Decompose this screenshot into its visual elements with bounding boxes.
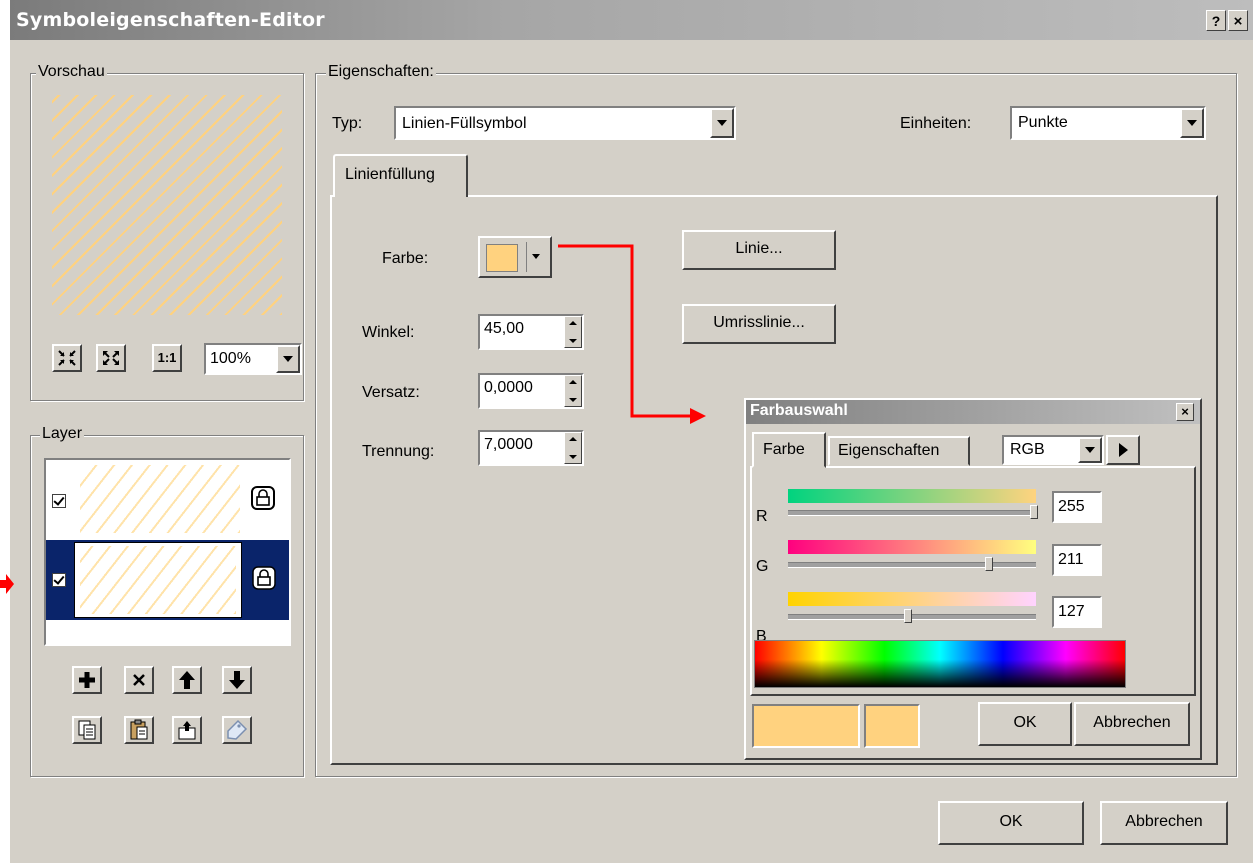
b-slider-track[interactable] [788, 614, 1036, 620]
g-slider-thumb[interactable] [985, 557, 993, 571]
color-model-combo[interactable]: RGB [1002, 435, 1104, 465]
close-button[interactable]: × [1228, 10, 1248, 31]
new-color-preview [752, 704, 860, 748]
layer-thumbnail [80, 546, 236, 614]
color-button[interactable] [478, 236, 552, 278]
zoom-value: 100% [210, 350, 251, 367]
separation-spinner[interactable] [564, 432, 582, 464]
r-slider-thumb[interactable] [1030, 505, 1038, 519]
paste-layer-button[interactable] [124, 716, 154, 744]
r-value: 255 [1058, 498, 1085, 515]
type-label: Typ: [332, 115, 363, 132]
offset-label: Versatz: [362, 384, 420, 401]
paste-icon [130, 719, 148, 740]
copy-layer-button[interactable] [72, 716, 102, 744]
b-slider-thumb[interactable] [904, 609, 912, 623]
r-value-field[interactable]: 255 [1052, 491, 1102, 523]
import-layer-button[interactable] [172, 716, 202, 744]
color-picker-title: Farbauswahl [750, 402, 848, 419]
lock-icon[interactable] [250, 485, 276, 511]
add-layer-button[interactable] [72, 666, 102, 694]
tab-color-label: Farbe [763, 441, 805, 458]
units-label: Einheiten: [900, 115, 972, 132]
remove-layer-button[interactable] [124, 666, 154, 694]
window-title: Symboleigenschaften-Editor [16, 9, 325, 31]
color-picker-ok-button[interactable]: OK [978, 702, 1072, 746]
tab-line-fill[interactable]: Linienfüllung [333, 154, 468, 197]
plus-icon [79, 672, 95, 688]
b-gradient [788, 592, 1036, 606]
type-dropdown-arrow[interactable] [710, 108, 734, 138]
move-layer-up-button[interactable] [172, 666, 202, 694]
type-value: Linien-Füllsymbol [402, 115, 527, 132]
zoom-combo[interactable]: 100% [204, 343, 302, 375]
zoom-out-button[interactable] [96, 344, 126, 372]
g-value: 211 [1058, 551, 1084, 568]
r-slider-track[interactable] [788, 510, 1036, 516]
old-color-preview [864, 704, 920, 748]
document-arrow-icon [178, 721, 196, 740]
g-value-field[interactable]: 211 [1052, 544, 1102, 576]
angle-value: 45,00 [484, 320, 525, 337]
cross-icon [133, 674, 145, 686]
zoom-dropdown-arrow[interactable] [276, 345, 300, 373]
color-model-dropdown-arrow[interactable] [1078, 437, 1102, 463]
tab-properties-label: Eigenschaften [838, 442, 940, 459]
chevron-down-icon [532, 254, 540, 259]
color-label: Farbe: [382, 250, 429, 267]
units-combo[interactable]: Punkte [1010, 106, 1206, 140]
color-swatch [486, 244, 518, 272]
type-combo[interactable]: Linien-Füllsymbol [394, 106, 736, 140]
separation-field[interactable]: 7,0000 [478, 430, 584, 466]
arrow-down-icon [229, 671, 245, 689]
r-gradient [788, 489, 1036, 503]
shrink-arrows-icon [58, 350, 76, 366]
tab-properties[interactable]: Eigenschaften [828, 436, 970, 466]
properties-group-label: Eigenschaften: [326, 63, 436, 81]
units-value: Punkte [1018, 114, 1068, 131]
tab-line-fill-label: Linienfüllung [345, 166, 435, 183]
separation-value: 7,0000 [484, 436, 533, 453]
tag-icon [227, 719, 248, 740]
cancel-button[interactable]: Abbrechen [1100, 801, 1228, 845]
g-slider-track[interactable] [788, 562, 1036, 568]
preview-group-label: Vorschau [36, 63, 107, 81]
expand-arrows-icon [103, 351, 119, 365]
g-gradient [788, 540, 1036, 554]
color-spectrum[interactable] [754, 640, 1126, 688]
offset-value: 0,0000 [484, 379, 533, 396]
layer-visible-checkbox[interactable] [52, 573, 66, 587]
tag-layer-button[interactable] [222, 716, 252, 744]
b-value: 127 [1058, 603, 1085, 620]
angle-label: Winkel: [362, 324, 415, 341]
tab-color[interactable]: Farbe [752, 432, 826, 468]
color-picker-close-button[interactable]: × [1176, 403, 1194, 421]
b-value-field[interactable]: 127 [1052, 596, 1102, 628]
help-button[interactable]: ? [1206, 10, 1226, 31]
play-triangle-icon [1119, 443, 1128, 457]
lock-icon[interactable] [252, 566, 276, 590]
copy-icon [78, 720, 96, 740]
color-picker-cancel-button[interactable]: Abbrechen [1074, 702, 1190, 746]
arrow-up-icon [179, 671, 195, 689]
annotation-arrow-left [0, 571, 14, 597]
layer-visible-checkbox[interactable] [52, 494, 66, 508]
preview-swatch [52, 95, 282, 315]
zoom-in-button[interactable] [52, 344, 82, 372]
layer-group-label: Layer [40, 425, 85, 443]
color-menu-button[interactable] [1106, 435, 1140, 465]
move-layer-down-button[interactable] [222, 666, 252, 694]
units-dropdown-arrow[interactable] [1180, 108, 1204, 138]
color-model-value: RGB [1010, 441, 1045, 458]
annotation-connector-arrow [556, 238, 716, 428]
ok-button[interactable]: OK [938, 801, 1084, 845]
separation-label: Trennung: [362, 443, 435, 460]
r-label: R [756, 508, 768, 525]
layer-thumbnail [80, 465, 240, 533]
g-label: G [756, 558, 769, 575]
actual-size-button[interactable]: 1:1 [152, 344, 182, 372]
